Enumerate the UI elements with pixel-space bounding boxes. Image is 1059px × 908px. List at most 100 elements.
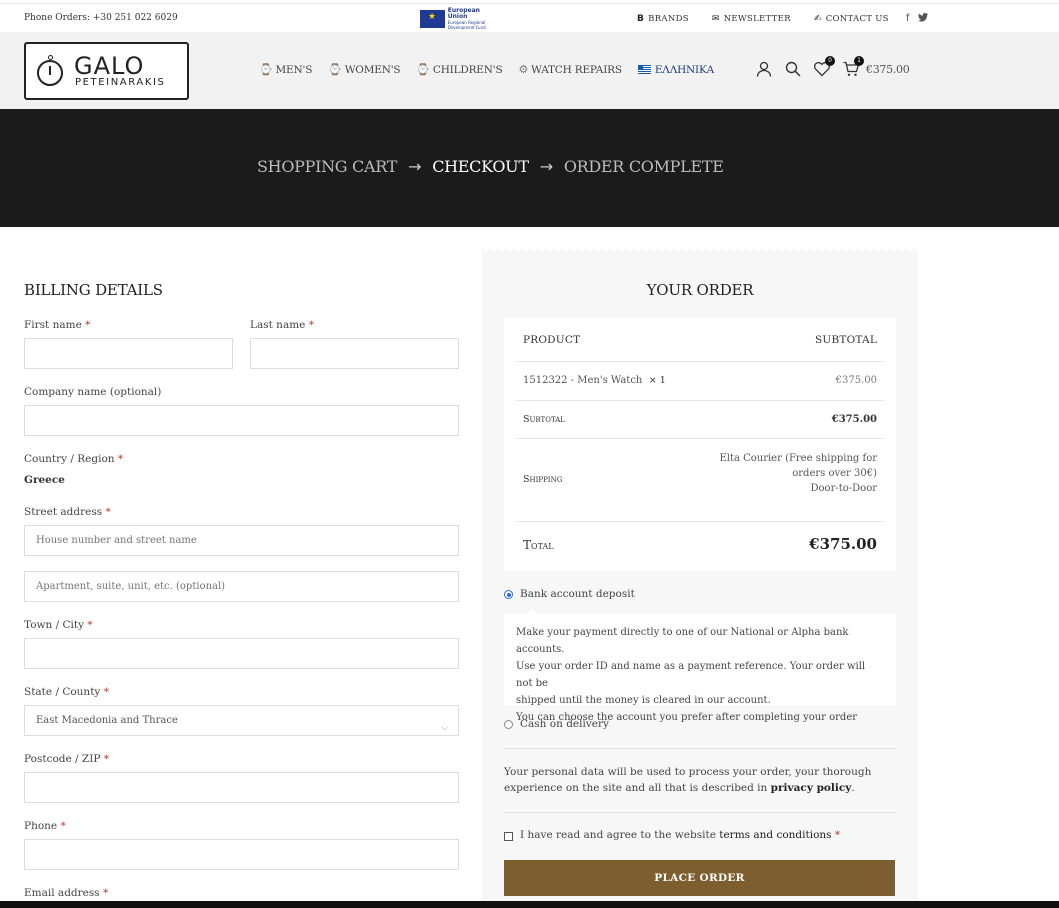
zigzag-edge bbox=[482, 248, 918, 254]
top-nav: B BRANDS ✉ NEWSLETTER ✍ CONTACT US f bbox=[637, 13, 928, 25]
your-order-panel: YOUR ORDER PRODUCT SUBTOTAL 1512322 - Me… bbox=[482, 248, 918, 908]
phone-orders-text: Phone Orders: +30 251 022 6029 bbox=[24, 13, 178, 23]
twitter-icon[interactable] bbox=[917, 13, 928, 25]
top-nav-newsletter-label: NEWSLETTER bbox=[723, 14, 791, 24]
pocket-watch-icon bbox=[36, 55, 64, 87]
bottom-bar bbox=[0, 901, 1059, 908]
nav-watch-repairs[interactable]: ⚙ WATCH REPAIRS bbox=[518, 63, 622, 76]
subtotal-value: €375.00 bbox=[831, 414, 877, 425]
checkout-steps-banner: SHOPPING CART → CHECKOUT → ORDER COMPLET… bbox=[0, 109, 1059, 227]
company-name-field[interactable] bbox=[24, 405, 459, 436]
divider bbox=[504, 812, 896, 813]
contact-icon: ✍ bbox=[813, 14, 822, 24]
table-row: 1512322 - Men's Watch × 1 €375.00 bbox=[516, 362, 884, 401]
nav-mens[interactable]: ⌚ MEN'S bbox=[259, 63, 312, 76]
subtotal-row: Subtotal €375.00 bbox=[516, 401, 884, 439]
nav-watch-repairs-label: WATCH REPAIRS bbox=[531, 63, 622, 76]
step-checkout[interactable]: CHECKOUT bbox=[432, 157, 529, 176]
top-nav-contact[interactable]: ✍ CONTACT US bbox=[814, 14, 889, 24]
cart-total[interactable]: €375.00 bbox=[866, 63, 910, 76]
wishlist-count-badge: 0 bbox=[825, 56, 835, 66]
terms-label: I have read and agree to the website ter… bbox=[520, 829, 841, 841]
street-address-label: Street address * bbox=[24, 506, 111, 518]
privacy-notice: Your personal data will be used to proce… bbox=[504, 766, 872, 794]
step-shopping-cart[interactable]: SHOPPING CART bbox=[257, 157, 397, 176]
last-name-label: Last name * bbox=[250, 319, 314, 331]
subtotal-column-header: SUBTOTAL bbox=[815, 334, 877, 346]
phone-label: Phone * bbox=[24, 820, 66, 832]
eu-text-line3: Development Fund bbox=[447, 25, 486, 30]
cash-on-delivery-label[interactable]: Cash on delivery bbox=[520, 718, 609, 730]
item-name: 1512322 - Men's Watch × 1 bbox=[523, 375, 666, 386]
gear-icon: ⚙ bbox=[518, 63, 529, 76]
cash-on-delivery-radio[interactable] bbox=[504, 720, 513, 729]
logo-subtitle: PETEINARAKIS bbox=[75, 77, 166, 88]
search-icon[interactable] bbox=[785, 61, 801, 77]
eu-funding-logo: European Union European Regional Develop… bbox=[420, 7, 499, 30]
logo-name: GALO bbox=[74, 52, 145, 80]
billing-details-title: BILLING DETAILS bbox=[24, 281, 163, 299]
town-city-label: Town / City * bbox=[24, 619, 93, 631]
order-review-table: PRODUCT SUBTOTAL 1512322 - Men's Watch ×… bbox=[504, 318, 896, 571]
top-nav-newsletter[interactable]: ✉ NEWSLETTER bbox=[712, 14, 791, 24]
cart-icon[interactable]: 1 bbox=[843, 56, 864, 77]
state-county-label: State / County * bbox=[24, 686, 109, 698]
place-order-button[interactable]: PLACE ORDER bbox=[504, 860, 895, 896]
bank-deposit-label[interactable]: Bank account deposit bbox=[520, 588, 635, 600]
state-county-value: East Macedonia and Thrace bbox=[36, 715, 178, 726]
privacy-policy-link[interactable]: privacy policy bbox=[771, 782, 852, 794]
watch-icon: ⌚ bbox=[328, 63, 342, 76]
nav-language-greek[interactable]: ΕΛΛΗΝΙΚΑ bbox=[637, 63, 714, 76]
bank-deposit-radio[interactable] bbox=[504, 590, 513, 599]
terms-link[interactable]: terms and conditions bbox=[719, 829, 831, 841]
table-header-row: PRODUCT SUBTOTAL bbox=[516, 318, 884, 362]
top-nav-brands-label: BRANDS bbox=[648, 14, 689, 24]
arrow-right-icon: → bbox=[408, 157, 422, 176]
total-value: €375.00 bbox=[809, 535, 877, 553]
facebook-icon[interactable]: f bbox=[906, 13, 910, 25]
social-links: f bbox=[906, 13, 928, 25]
divider bbox=[504, 748, 896, 749]
subtotal-label: Subtotal bbox=[523, 414, 565, 425]
checkout-steps: SHOPPING CART → CHECKOUT → ORDER COMPLET… bbox=[257, 157, 724, 176]
last-name-field[interactable] bbox=[250, 338, 459, 369]
your-order-title: YOUR ORDER bbox=[646, 281, 754, 299]
terms-checkbox[interactable] bbox=[504, 832, 513, 841]
shipping-method: Elta Courier (Free shipping for orders o… bbox=[719, 453, 877, 494]
company-name-label: Company name (optional) bbox=[24, 386, 162, 398]
top-bar: Phone Orders: +30 251 022 6029 European … bbox=[0, 3, 1059, 32]
site-header: GALO PETEINARAKIS ⌚ MEN'S ⌚ WOMEN'S ⌚ CH… bbox=[0, 32, 1059, 109]
shipping-label: Shipping bbox=[523, 474, 563, 485]
email-label: Email address * bbox=[24, 887, 109, 899]
apartment-field[interactable] bbox=[24, 571, 459, 602]
account-icon[interactable] bbox=[756, 61, 772, 77]
nav-mens-label: MEN'S bbox=[275, 63, 313, 76]
wishlist-icon[interactable]: 0 bbox=[813, 56, 835, 77]
top-nav-brands[interactable]: B BRANDS bbox=[637, 14, 689, 24]
eu-text-line1: European Union bbox=[447, 7, 480, 20]
header-icons: 0 1 €375.00 bbox=[756, 56, 910, 77]
postcode-label: Postcode / ZIP * bbox=[24, 753, 110, 765]
top-nav-contact-label: CONTACT US bbox=[825, 14, 889, 24]
step-order-complete: ORDER COMPLETE bbox=[563, 157, 724, 176]
street-address-field[interactable] bbox=[24, 525, 459, 556]
site-logo[interactable]: GALO PETEINARAKIS bbox=[24, 42, 189, 100]
item-price: €375.00 bbox=[835, 375, 877, 386]
town-city-field[interactable] bbox=[24, 638, 459, 669]
phone-field[interactable] bbox=[24, 839, 459, 870]
nav-childrens[interactable]: ⌚ CHILDREN'S bbox=[416, 63, 502, 76]
first-name-field[interactable] bbox=[24, 338, 233, 369]
nav-womens-label: WOMEN'S bbox=[344, 63, 401, 76]
watch-icon: ⌚ bbox=[416, 63, 430, 76]
nav-language-label: ΕΛΛΗΝΙΚΑ bbox=[654, 63, 714, 76]
country-value: Greece bbox=[24, 474, 65, 486]
nav-childrens-label: CHILDREN'S bbox=[432, 63, 503, 76]
total-label: Total bbox=[523, 538, 554, 552]
first-name-label: First name * bbox=[24, 319, 91, 331]
arrow-right-icon: → bbox=[539, 157, 553, 176]
nav-womens[interactable]: ⌚ WOMEN'S bbox=[328, 63, 400, 76]
postcode-field[interactable] bbox=[24, 772, 459, 803]
envelope-icon: ✉ bbox=[711, 14, 720, 24]
state-county-select[interactable]: East Macedonia and Thrace ⌵ bbox=[24, 705, 459, 736]
product-column-header: PRODUCT bbox=[523, 334, 581, 346]
